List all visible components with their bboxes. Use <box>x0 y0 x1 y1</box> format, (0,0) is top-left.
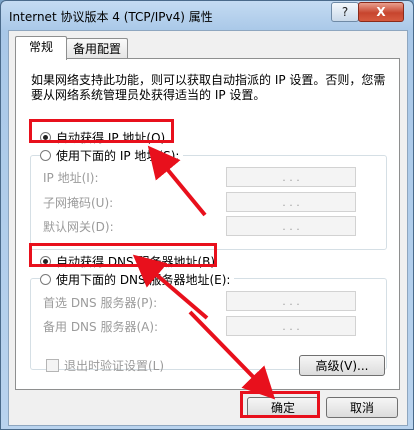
description-text: 如果网络支持此功能，则可以获取自动指派的 IP 设置。否则，您需要从网络系统管理… <box>31 73 386 102</box>
default-gateway-field[interactable]: . . . <box>226 216 356 236</box>
validate-on-exit-option[interactable]: 退出时验证设置(L) <box>46 357 164 374</box>
ip-address-label: IP 地址(I): <box>43 171 99 185</box>
subnet-mask-field[interactable]: . . . <box>226 192 356 212</box>
default-gateway-label: 默认网关(D): <box>43 220 114 234</box>
close-button[interactable]: X <box>358 2 404 22</box>
dialog-window: Internet 协议版本 4 (TCP/IPv4) 属性 ? X 常规 备用配… <box>0 0 414 430</box>
highlight-auto-dns <box>29 243 217 267</box>
general-panel: 如果网络支持此功能，则可以获取自动指派的 IP 设置。否则，您需要从网络系统管理… <box>15 58 400 390</box>
preferred-dns-label: 首选 DNS 服务器(P): <box>43 296 158 310</box>
manual-ip-option[interactable]: 使用下面的 IP 地址(S): <box>40 147 184 164</box>
highlight-auto-ip <box>29 119 174 143</box>
alternate-dns-label: 备用 DNS 服务器(A): <box>43 320 159 334</box>
preferred-dns-field[interactable]: . . . <box>226 291 356 311</box>
ip-address-dots: . . . <box>282 170 300 184</box>
dialog-client-area: 常规 备用配置 如果网络支持此功能，则可以获取自动指派的 IP 设置。否则，您需… <box>8 30 408 426</box>
alternate-dns-dots: . . . <box>282 319 300 333</box>
title-bar[interactable]: Internet 协议版本 4 (TCP/IPv4) 属性 ? X <box>1 1 413 31</box>
cancel-button[interactable]: 取消 <box>326 397 398 418</box>
manual-ip-label: 使用下面的 IP 地址(S): <box>56 149 180 163</box>
manual-ip-radio[interactable] <box>40 150 51 161</box>
window-title: Internet 协议版本 4 (TCP/IPv4) 属性 <box>9 10 213 24</box>
preferred-dns-dots: . . . <box>282 294 300 308</box>
manual-dns-option[interactable]: 使用下面的 DNS 服务器地址(E): <box>40 271 235 288</box>
highlight-ok-button <box>240 391 320 418</box>
tab-alternate-config[interactable]: 备用配置 <box>66 38 128 59</box>
manual-dns-radio[interactable] <box>40 274 51 285</box>
validate-on-exit-checkbox[interactable] <box>46 359 59 372</box>
help-button[interactable]: ? <box>331 2 359 22</box>
subnet-mask-dots: . . . <box>282 195 300 209</box>
ip-address-field[interactable]: . . . <box>226 167 356 187</box>
manual-dns-label: 使用下面的 DNS 服务器地址(E): <box>56 273 231 287</box>
advanced-button[interactable]: 高级(V)... <box>299 355 385 376</box>
default-gateway-dots: . . . <box>282 219 300 233</box>
subnet-mask-label: 子网掩码(U): <box>43 196 114 210</box>
validate-on-exit-label: 退出时验证设置(L) <box>64 359 165 373</box>
alternate-dns-field[interactable]: . . . <box>226 316 356 336</box>
tab-general[interactable]: 常规 <box>15 36 67 60</box>
